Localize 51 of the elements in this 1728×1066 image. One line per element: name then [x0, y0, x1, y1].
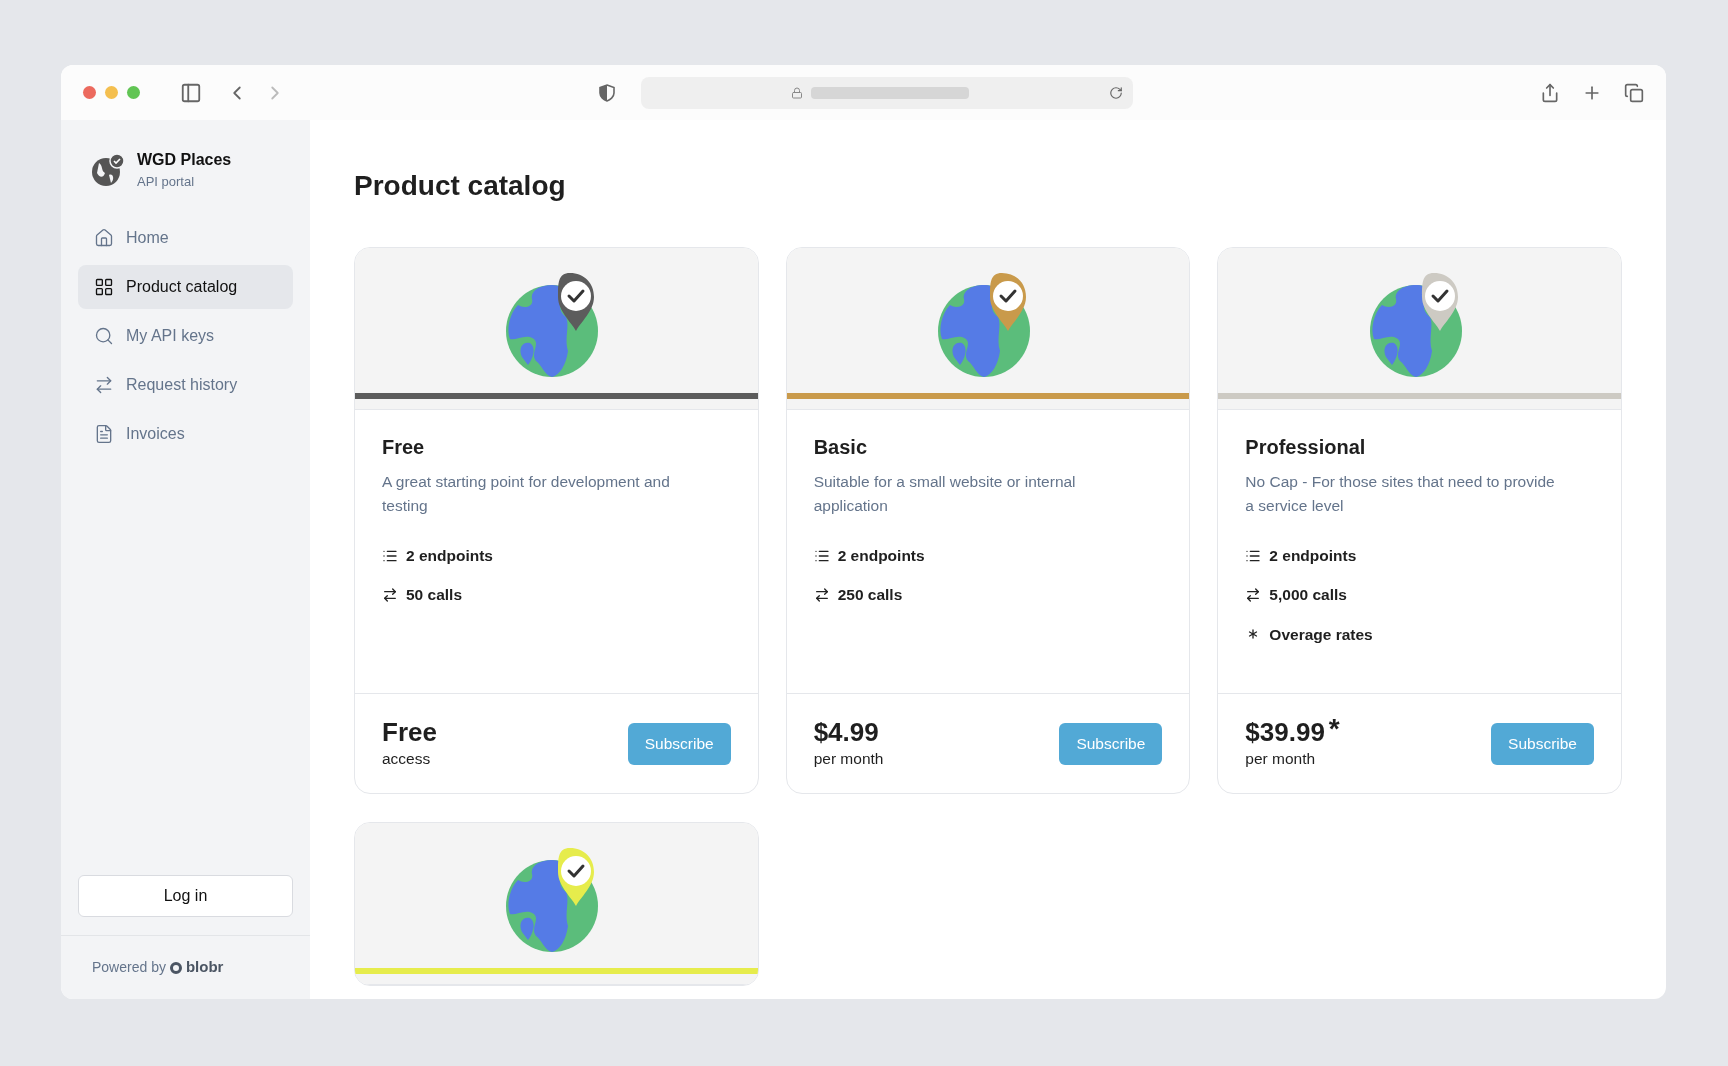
login-button[interactable]: Log in — [78, 875, 293, 917]
page-title: Product catalog — [354, 169, 567, 203]
reload-icon[interactable] — [1109, 85, 1123, 100]
sidebar-toggle-icon[interactable] — [180, 81, 202, 104]
nav-item[interactable]: My API keys — [78, 313, 293, 358]
lock-icon — [791, 86, 803, 99]
price-period: access — [382, 748, 432, 769]
subscribe-button[interactable]: Subscribe — [627, 722, 731, 765]
shield-icon[interactable] — [599, 83, 615, 102]
feature-text: 2 endpoints — [837, 546, 925, 566]
brand-subtitle: API portal — [137, 173, 196, 191]
nav-item[interactable]: Product catalog — [78, 264, 293, 309]
feature-text: 5,000 calls — [1269, 585, 1347, 606]
document-icon — [94, 423, 114, 444]
share-icon[interactable] — [1540, 82, 1560, 103]
arrows-icon — [1245, 586, 1262, 603]
feature-text: 2 endpoints — [1269, 546, 1357, 566]
feature-text: 2 endpoints — [406, 546, 493, 566]
brand-name: WGD Places — [137, 150, 232, 170]
nav-item[interactable]: Invoices — [78, 411, 293, 456]
search-icon — [94, 325, 114, 346]
tabs-overview-icon[interactable] — [1624, 82, 1644, 103]
grid-icon — [94, 276, 114, 297]
nav-item[interactable]: Home — [78, 215, 293, 260]
plan-title: Free — [382, 435, 426, 460]
subscribe-button[interactable]: Subscribe — [1059, 722, 1163, 765]
powered-by-text: Powered by — [92, 958, 166, 977]
home-icon — [94, 227, 114, 248]
plan-title: Basic — [813, 435, 869, 460]
close-window-icon[interactable] — [83, 86, 96, 99]
price-period: per month — [813, 748, 884, 769]
plan-description: A great starting point for development and testing — [382, 472, 671, 516]
feature-text: 250 calls — [837, 585, 903, 606]
plan-title: Professional — [1245, 435, 1367, 460]
nav-item[interactable]: Request history — [78, 362, 293, 407]
price: $39.99 — [1245, 716, 1325, 747]
plan-description: Suitable for a small website or internal application — [813, 472, 1077, 516]
blobr-logo-text: blobr — [185, 957, 224, 978]
arrows-icon — [94, 374, 114, 395]
feature-text: Overage rates — [1269, 624, 1373, 645]
price: Free — [382, 716, 437, 747]
arrows-icon — [813, 586, 830, 603]
feature-text: 50 calls — [406, 585, 463, 606]
blobr-logo-icon — [169, 961, 182, 974]
arrows-icon — [382, 586, 398, 603]
subscribe-button[interactable]: Subscribe — [1491, 722, 1594, 765]
logo-icon — [91, 152, 125, 187]
plan-description: No Cap - For those sites that need to provide a service level — [1245, 472, 1556, 516]
price: $4.99 — [813, 716, 879, 747]
price-period: per month — [1245, 748, 1317, 769]
price-footnote-mark: * — [1328, 716, 1340, 741]
